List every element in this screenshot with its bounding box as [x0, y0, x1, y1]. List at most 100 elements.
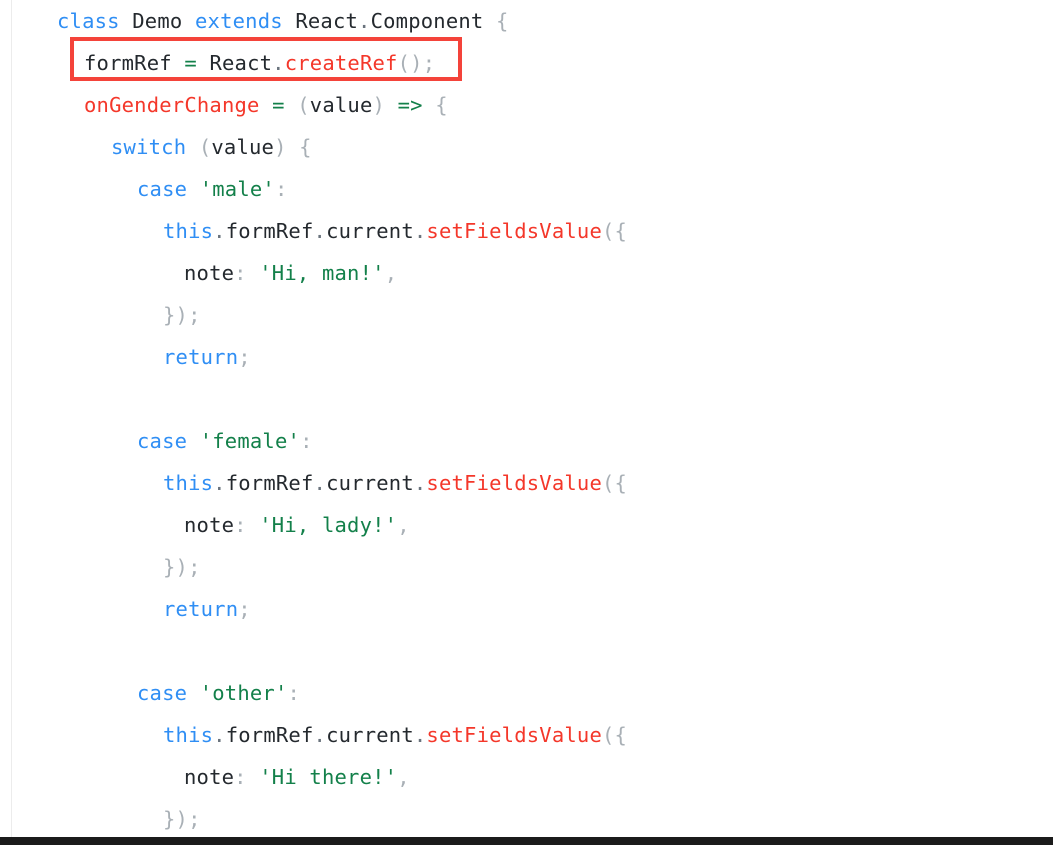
code-token: .: [213, 723, 226, 747]
code-token: {: [299, 135, 312, 159]
code-line[interactable]: onGenderChange = (value) => {: [0, 84, 1053, 126]
code-token: formRef: [225, 723, 314, 747]
code-token: case: [137, 177, 188, 201]
code-line[interactable]: });: [0, 294, 1053, 336]
code-line[interactable]: formRef = React.createRef();: [0, 42, 1053, 84]
code-token: onGenderChange: [84, 93, 260, 117]
code-token: .: [213, 219, 226, 243]
code-token: ;: [422, 51, 436, 75]
code-line[interactable]: return;: [0, 336, 1053, 378]
code-line[interactable]: switch (value) {: [0, 126, 1053, 168]
code-token: setFieldsValue: [426, 219, 602, 243]
code-token: this: [163, 723, 214, 747]
code-token: });: [163, 555, 201, 579]
code-token: ;: [238, 597, 251, 621]
code-token: case: [137, 681, 188, 705]
code-token: class: [57, 9, 120, 33]
code-token: formRef: [84, 51, 172, 75]
code-token: React: [209, 51, 273, 75]
code-token: .: [313, 471, 327, 495]
code-token: });: [163, 807, 201, 831]
code-line[interactable]: [0, 378, 1053, 420]
code-token: =: [184, 51, 197, 75]
code-token: =: [272, 93, 285, 117]
code-line[interactable]: this.formRef.current.setFieldsValue({: [0, 462, 1053, 504]
code-token: ,: [397, 513, 410, 537]
code-token: return: [163, 345, 239, 369]
code-token: :: [234, 513, 247, 537]
code-token: =>: [397, 93, 423, 117]
code-token: Component: [370, 9, 484, 33]
code-line[interactable]: case 'female':: [0, 420, 1053, 462]
code-block[interactable]: class Demo extends React.Component {form…: [0, 0, 1053, 840]
code-token: {: [435, 93, 448, 117]
code-token: setFieldsValue: [426, 471, 602, 495]
bottom-bar: [0, 837, 1053, 845]
code-token: ): [372, 93, 386, 117]
code-line[interactable]: return;: [0, 588, 1053, 630]
code-token: 'male': [199, 177, 275, 201]
code-token: note: [184, 765, 235, 789]
code-token: current: [326, 471, 414, 495]
code-token: :: [234, 261, 247, 285]
code-token: 'female': [199, 429, 301, 453]
code-token: .: [413, 219, 427, 243]
code-line[interactable]: this.formRef.current.setFieldsValue({: [0, 714, 1053, 756]
code-token: ,: [384, 261, 398, 285]
code-token: note: [184, 261, 235, 285]
code-token: 'Hi, man!': [259, 261, 385, 285]
code-token: this: [163, 471, 214, 495]
code-token: setFieldsValue: [426, 723, 602, 747]
code-token: .: [358, 9, 371, 33]
code-line[interactable]: });: [0, 798, 1053, 840]
code-token: return: [163, 597, 239, 621]
code-token: ;: [238, 345, 251, 369]
code-token: :: [234, 765, 247, 789]
code-token: (: [198, 135, 212, 159]
code-token: .: [313, 723, 327, 747]
code-line[interactable]: note: 'Hi, lady!',: [0, 504, 1053, 546]
code-line[interactable]: this.formRef.current.setFieldsValue({: [0, 210, 1053, 252]
code-token: extends: [194, 9, 283, 33]
code-token: ({: [602, 723, 628, 747]
code-token: :: [300, 429, 313, 453]
code-line[interactable]: class Demo extends React.Component {: [0, 0, 1053, 42]
code-token: 'Hi there!': [259, 765, 398, 789]
code-token: value: [309, 93, 373, 117]
code-token: React: [295, 9, 359, 33]
code-token: createRef: [284, 51, 398, 75]
code-line[interactable]: case 'other':: [0, 672, 1053, 714]
code-token: });: [163, 303, 201, 327]
code-token: case: [137, 429, 188, 453]
code-line[interactable]: note: 'Hi there!',: [0, 756, 1053, 798]
code-token: Demo: [132, 9, 183, 33]
code-line[interactable]: case 'male':: [0, 168, 1053, 210]
code-line[interactable]: note: 'Hi, man!',: [0, 252, 1053, 294]
code-snippet-screenshot: class Demo extends React.Component {form…: [0, 0, 1053, 845]
code-token: switch: [111, 135, 187, 159]
code-token: :: [274, 177, 288, 201]
code-token: .: [272, 51, 285, 75]
code-token: :: [287, 681, 301, 705]
code-token: ): [274, 135, 287, 159]
code-token: .: [413, 471, 427, 495]
code-token: formRef: [225, 471, 314, 495]
code-token: current: [326, 723, 414, 747]
code-line[interactable]: });: [0, 546, 1053, 588]
code-token: ,: [397, 765, 410, 789]
code-token: 'other': [199, 681, 288, 705]
code-token: ({: [602, 471, 628, 495]
code-line[interactable]: [0, 630, 1053, 672]
